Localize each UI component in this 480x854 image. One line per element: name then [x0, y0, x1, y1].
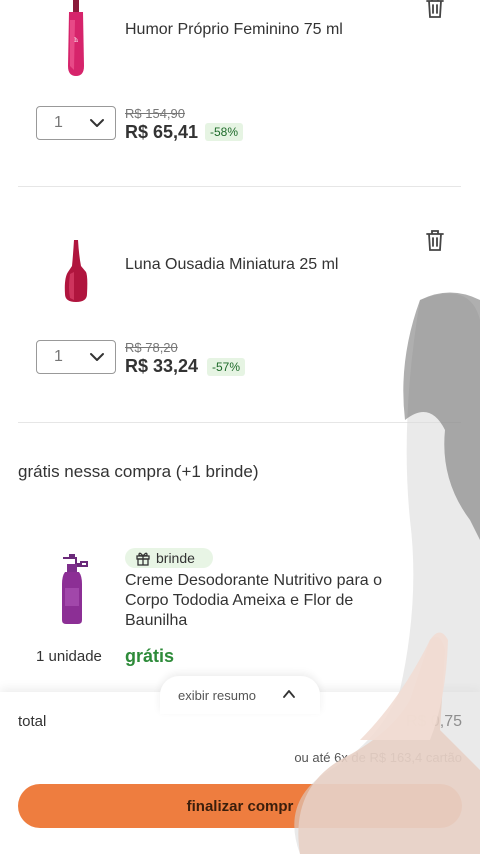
chevron-up-icon: [283, 690, 295, 698]
gift-badge: brinde: [125, 548, 213, 568]
trash-icon[interactable]: [424, 229, 446, 253]
total-value: R$ 0,75: [405, 713, 462, 730]
divider: [18, 422, 461, 423]
chevron-down-icon: [90, 353, 104, 361]
total-label: total: [18, 713, 47, 730]
quantity-value: 1: [54, 114, 63, 131]
gift-icon: [136, 552, 150, 566]
price: R$ 65,41: [125, 122, 199, 142]
product-image: [64, 240, 88, 302]
gift-product-name[interactable]: Creme Desodorante Nutritivo para o Corpo…: [125, 571, 395, 631]
summary-toggle[interactable]: exibir resumo: [160, 676, 320, 714]
discount-badge: -58%: [205, 123, 244, 141]
chevron-down-icon: [90, 119, 104, 127]
cart-item: Luna Ousadia Miniatura 25 ml 1 R$ 78,20 …: [0, 186, 480, 422]
checkout-button[interactable]: finalizar compr: [18, 784, 462, 828]
discount-badge: -57%: [207, 358, 246, 376]
quantity-select[interactable]: 1: [36, 106, 116, 140]
gift-badge-label: brinde: [156, 550, 195, 566]
gift-price: grátis: [125, 646, 175, 666]
summary-toggle-label: exibir resumo: [178, 688, 257, 703]
quantity-select[interactable]: 1: [36, 340, 116, 374]
old-price: R$ 78,20: [125, 340, 178, 355]
gift-product-image: [62, 554, 88, 624]
free-gift-title: grátis nessa compra (+1 brinde): [18, 462, 259, 481]
price: R$ 33,24: [125, 356, 199, 376]
old-price: R$ 154,90: [125, 106, 185, 121]
product-image: h: [68, 0, 84, 76]
product-name[interactable]: Luna Ousadia Miniatura 25 ml: [125, 256, 338, 274]
installments-text: ou até 6x de R$ 163,4 cartão: [294, 750, 462, 765]
quantity-value: 1: [54, 348, 63, 365]
cart-item: h Humor Próprio Feminino 75 ml 1 R$ 154,…: [0, 0, 480, 186]
svg-text:h: h: [74, 37, 78, 44]
trash-icon[interactable]: [424, 0, 446, 20]
gift-quantity: 1 unidade: [36, 648, 102, 665]
product-name[interactable]: Humor Próprio Feminino 75 ml: [125, 21, 343, 39]
